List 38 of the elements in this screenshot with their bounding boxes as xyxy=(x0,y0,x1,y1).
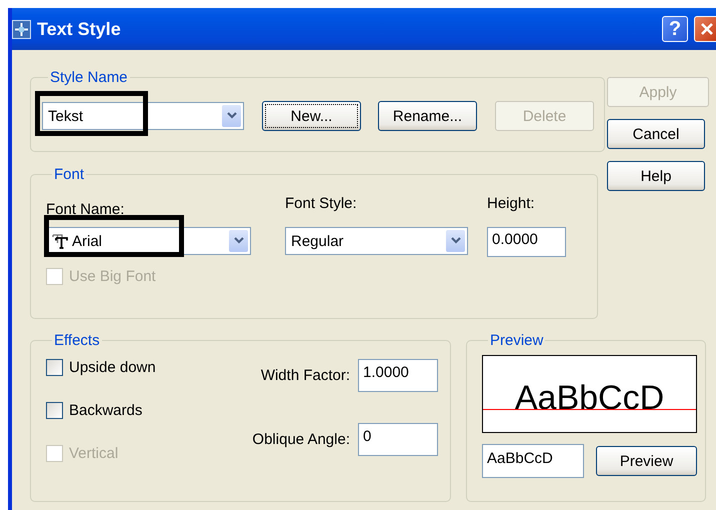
input-field[interactable]: 0 xyxy=(358,422,438,456)
app-icon xyxy=(12,20,31,38)
help-button[interactable]: ? xyxy=(662,16,688,42)
new-button[interactable]: New... xyxy=(262,101,361,131)
height-field[interactable]: 0.0000 xyxy=(487,227,566,257)
preview-text-field[interactable]: AaBbCcD xyxy=(482,444,584,478)
checkbox[interactable] xyxy=(46,402,63,418)
checkbox-label: Vertical xyxy=(69,444,118,462)
field-label: Width Factor: xyxy=(260,367,350,384)
style-name-combo[interactable]: Tekst xyxy=(42,102,244,130)
dropdown-button[interactable] xyxy=(229,230,248,252)
preview-button[interactable]: Preview xyxy=(596,446,697,476)
checkbox-label: Backwards xyxy=(69,402,142,418)
field-label: Height: xyxy=(487,195,536,214)
group-title: Font xyxy=(53,166,86,183)
group-title: Effects xyxy=(53,332,101,349)
chevron-down-icon xyxy=(450,237,460,245)
dropdown-button[interactable] xyxy=(446,230,465,252)
checkbox-label: Upside down xyxy=(69,358,156,376)
font-type-icon xyxy=(52,233,68,249)
group-title: Style Name xyxy=(49,69,129,86)
field-label: Font Style: xyxy=(285,195,358,214)
input-field[interactable]: 1.0000 xyxy=(358,359,438,392)
window-title: Text Style xyxy=(37,18,122,40)
checkbox-label: Use Big Font xyxy=(69,268,156,284)
field-label: Font Name: xyxy=(46,201,126,218)
close-icon[interactable] xyxy=(694,16,716,42)
preview-text: AaBbCcD xyxy=(514,381,664,415)
checkbox[interactable] xyxy=(46,358,63,376)
chevron-down-icon xyxy=(226,112,236,120)
chevron-down-icon xyxy=(234,237,244,245)
font-style-combo[interactable]: Regular xyxy=(285,227,468,255)
help-button[interactable]: Help xyxy=(607,161,705,191)
cancel-button[interactable]: Cancel xyxy=(607,119,705,149)
field-label: Oblique Angle: xyxy=(252,430,350,448)
rename-button[interactable]: Rename... xyxy=(378,101,477,131)
dropdown-button[interactable] xyxy=(222,105,241,127)
group-title: Preview xyxy=(489,332,544,349)
